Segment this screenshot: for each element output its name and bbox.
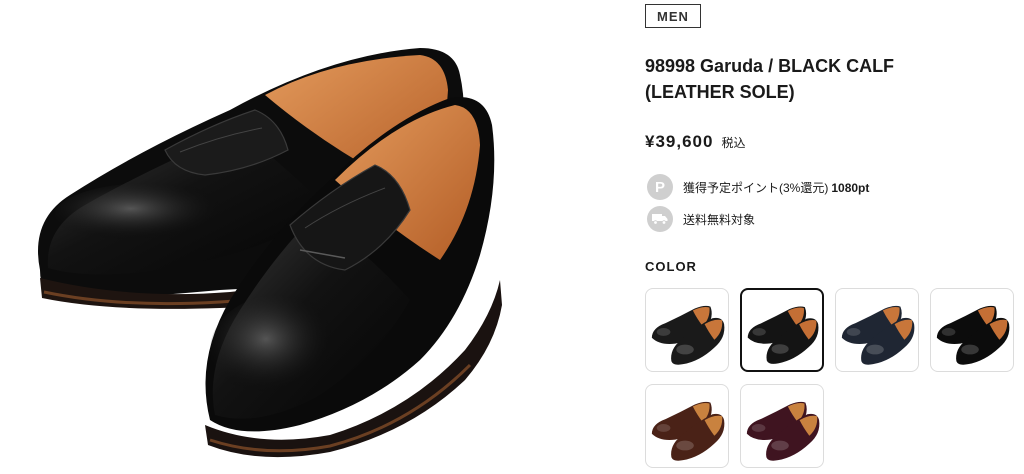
color-heading: COLOR xyxy=(645,259,697,274)
price-row: ¥39,600 税込 xyxy=(645,132,745,152)
points-icon: P xyxy=(647,174,673,200)
loafer-thumbnail-icon xyxy=(747,306,819,364)
color-swatch-black-suede[interactable] xyxy=(930,288,1014,372)
category-badge[interactable]: MEN xyxy=(645,4,701,28)
loafer-thumbnail-icon xyxy=(746,401,820,461)
shipping-text: 送料無料対象 xyxy=(683,212,756,227)
product-title: 98998 Garuda / BLACK CALF (LEATHER SOLE) xyxy=(645,53,965,105)
points-text: 獲得予定ポイント(3%還元) 1080pt xyxy=(683,179,869,196)
loafer-thumbnail-icon xyxy=(651,305,725,365)
product-title-line1: 98998 Garuda / BLACK CALF xyxy=(645,56,895,76)
product-title-line2: (LEATHER SOLE) xyxy=(645,82,795,102)
product-main-image[interactable] xyxy=(0,0,620,474)
points-label: 獲得予定ポイント(3%還元) xyxy=(683,180,829,195)
product-details-panel: MEN 98998 Garuda / BLACK CALF (LEATHER S… xyxy=(645,0,1015,474)
points-info: P 獲得予定ポイント(3%還元) 1080pt xyxy=(647,174,869,200)
product-price: ¥39,600 xyxy=(645,132,714,151)
loafer-thumbnail-icon xyxy=(651,401,725,461)
loafer-thumbnail-icon xyxy=(936,305,1010,365)
loafer-thumbnail-icon xyxy=(841,305,915,365)
loafer-pair-illustration xyxy=(38,48,502,458)
color-swatch-black-calf[interactable] xyxy=(740,288,824,372)
color-swatch-brown[interactable] xyxy=(645,384,729,468)
color-swatch-black-calf-variant-a[interactable] xyxy=(645,288,729,372)
tax-label: 税込 xyxy=(721,136,746,150)
truck-icon xyxy=(647,206,673,232)
product-page: MEN 98998 Garuda / BLACK CALF (LEATHER S… xyxy=(0,0,1024,474)
color-swatch-navy[interactable] xyxy=(835,288,919,372)
color-swatch-burgundy[interactable] xyxy=(740,384,824,468)
points-value: 1080pt xyxy=(831,180,870,195)
shipping-info: 送料無料対象 xyxy=(647,206,755,232)
